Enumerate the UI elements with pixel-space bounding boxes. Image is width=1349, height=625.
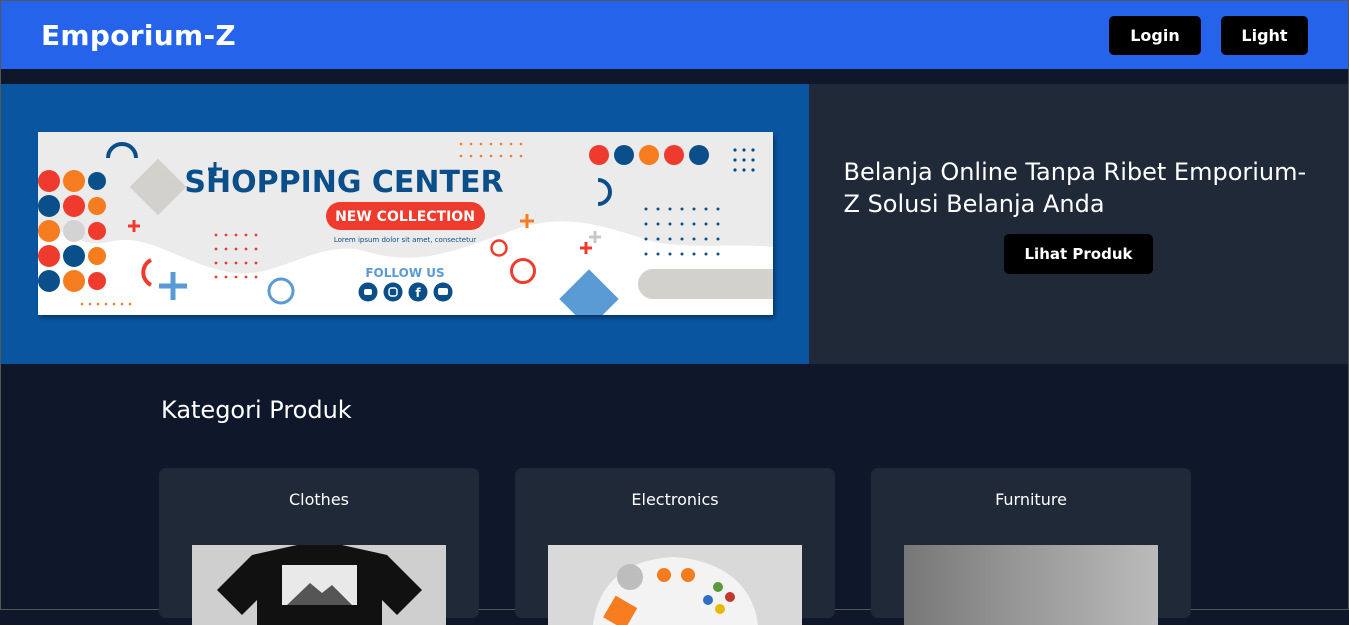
login-button[interactable]: Login [1109, 15, 1201, 55]
view-products-button[interactable]: Lihat Produk [1004, 234, 1153, 274]
banner-tagline: Lorem ipsum dolor sit amet, consectetur [334, 236, 476, 244]
banner-badge: NEW COLLECTION [335, 209, 475, 225]
pattern-grid-left [38, 170, 106, 292]
electronics-image [548, 545, 802, 625]
category-title: Furniture [995, 490, 1067, 509]
category-card-clothes[interactable]: Clothes [159, 468, 479, 625]
category-title: Clothes [289, 490, 349, 509]
banner-title: SHOPPING CENTER [184, 165, 503, 200]
category-card-furniture[interactable]: Furniture [871, 468, 1191, 625]
category-title: Electronics [631, 490, 719, 509]
banner-graphic: SHOPPING CENTER NEW COLLECTION Lorem ips… [38, 132, 773, 315]
svg-text:f: f [415, 286, 421, 300]
navbar: Emporium-Z Login Light [1, 1, 1348, 69]
banner-follow: FOLLOW US [365, 266, 444, 280]
theme-toggle-button[interactable]: Light [1221, 15, 1308, 55]
instagram-icon [383, 282, 403, 302]
hero-headline: Belanja Online Tanpa Ribet Emporium-Z So… [843, 158, 1307, 218]
hero-banner-panel: SHOPPING CENTER NEW COLLECTION Lorem ips… [1, 84, 809, 364]
hero-text-panel: Belanja Online Tanpa Ribet Emporium-Z So… [809, 84, 1348, 364]
hero-section: SHOPPING CENTER NEW COLLECTION Lorem ips… [1, 84, 1348, 364]
navbar-actions: Login Light [1109, 15, 1308, 55]
section-title: Kategori Produk [161, 396, 352, 424]
category-list: Clothes Electronics Furniture [159, 468, 1191, 625]
clothes-image [192, 545, 446, 625]
category-card-electronics[interactable]: Electronics [515, 468, 835, 625]
brand-logo[interactable]: Emporium-Z [41, 19, 236, 52]
furniture-image [904, 545, 1158, 625]
shopping-center-banner: SHOPPING CENTER NEW COLLECTION Lorem ips… [38, 132, 773, 315]
